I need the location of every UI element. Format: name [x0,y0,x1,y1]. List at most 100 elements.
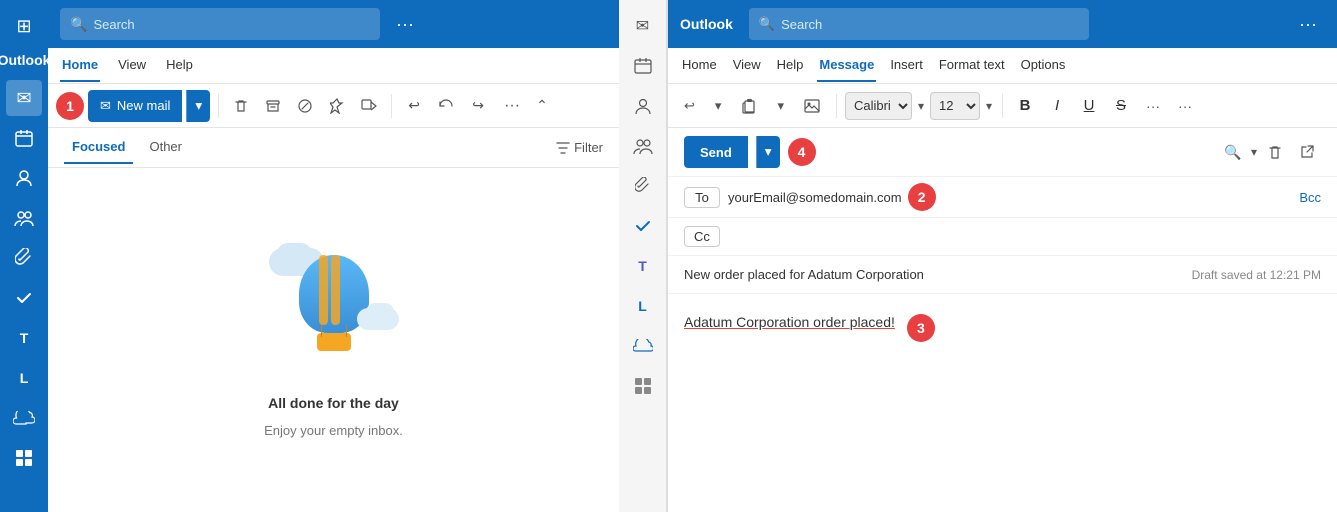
insert-image-btn[interactable] [796,92,828,120]
mid-mail-icon[interactable]: ✉ [625,8,661,44]
cc-input[interactable] [728,229,1321,244]
send-row-icons: 🔍 ▾ [1219,138,1321,166]
left-nav-menu: Home View Help [48,48,619,84]
inbox-done-title: All done for the day [268,395,399,411]
right-sep-2 [1002,94,1003,118]
right-top-bar: Outlook 🔍 ··· [668,0,1337,48]
step3-badge: 3 [907,314,935,342]
clipboard-btn[interactable] [733,92,765,120]
email-body-text[interactable]: Adatum Corporation order placed! [684,314,895,330]
toolbar-chevron-button[interactable]: ⌃ [532,93,552,118]
right-nav-insert[interactable]: Insert [888,49,925,82]
right-more-button[interactable]: ··· [1291,10,1325,39]
mid-people-icon[interactable] [625,88,661,124]
mid-onedrive-icon[interactable] [625,328,661,364]
left-search-input[interactable] [93,17,370,32]
right-search-box[interactable]: 🔍 [749,8,1089,40]
italic-button[interactable]: I [1043,92,1071,120]
redo-button[interactable]: ↪ [464,92,492,120]
inbox-done-subtitle: Enjoy your empty inbox. [264,423,403,438]
tasks-check-icon[interactable] [6,280,42,316]
archive-button[interactable] [259,92,287,120]
onedrive-icon[interactable] [6,400,42,436]
undo-button[interactable]: ↩ [400,92,428,120]
cc-label: Cc [684,226,720,247]
delete-compose-icon[interactable] [1261,138,1289,166]
mid-more-icon[interactable] [625,368,661,404]
font-family-select[interactable]: Calibri [845,92,912,120]
right-nav-help[interactable]: Help [775,49,806,82]
todo-icon[interactable]: L [6,360,42,396]
left-more-button[interactable]: ··· [388,10,422,39]
new-mail-button[interactable]: ✉ New mail [88,90,182,122]
zoom-icon[interactable]: 🔍 [1219,138,1247,166]
inbox-tabs: Focused Other Filter [48,128,619,168]
more-options-button[interactable]: ··· [1171,92,1199,120]
underline-button[interactable]: U [1075,92,1103,120]
mid-teams-icon[interactable]: T [625,248,661,284]
calendar-icon[interactable] [6,120,42,156]
mid-todo-icon[interactable]: L [625,288,661,324]
spam-button[interactable] [291,92,319,120]
font-dropdown-icon: ▾ [918,99,924,113]
more-format-button[interactable]: ··· [1139,92,1167,120]
other-tab[interactable]: Other [141,131,190,164]
subject-row: Draft saved at 12:21 PM [668,256,1337,294]
font-size-select[interactable]: 12 [930,92,980,120]
undo-dropdown-btn[interactable]: ▾ [707,92,730,120]
delete-button[interactable] [227,92,255,120]
main-left-area: 🔍 ··· Home View Help 1 ✉ New mail ▾ [48,0,619,512]
mid-groups-icon[interactable] [625,128,661,164]
right-nav-home[interactable]: Home [680,49,719,82]
left-nav-home[interactable]: Home [60,49,100,82]
subject-input[interactable] [684,267,1192,282]
strikethrough-button[interactable]: S [1107,92,1135,120]
teams-icon[interactable]: T [6,320,42,356]
undo-btn[interactable]: ↩ [676,92,703,120]
send-dropdown-button[interactable]: ▾ [756,136,780,168]
mid-tasks-icon[interactable] [625,208,661,244]
mail-icon[interactable]: ✉ [6,80,42,116]
bold-button[interactable]: B [1011,92,1039,120]
step2-badge: 2 [908,183,936,211]
send-button[interactable]: Send [684,136,748,168]
mid-attachment-icon[interactable] [625,168,661,204]
to-row: To yourEmail@somedomain.com 2 Bcc [668,177,1337,218]
right-nav-options[interactable]: Options [1019,49,1068,82]
attachment-icon[interactable] [6,240,42,276]
new-mail-dropdown-button[interactable]: ▾ [186,90,210,122]
left-nav-help[interactable]: Help [164,49,195,82]
to-label: To [684,187,720,208]
undo2-button[interactable] [432,92,460,120]
bcc-link[interactable]: Bcc [1299,190,1321,205]
pop-out-icon[interactable] [1293,138,1321,166]
cloud-left-top [277,243,312,265]
focused-tab[interactable]: Focused [64,131,133,164]
right-nav-format[interactable]: Format text [937,49,1007,82]
left-nav-view[interactable]: View [116,49,148,82]
right-panel: Outlook 🔍 ··· Home View Help Message Ins… [668,0,1337,512]
more-apps-icon[interactable] [6,440,42,476]
right-sep-1 [836,94,837,118]
step3-area: Adatum Corporation order placed! 3 [684,314,1321,342]
draft-saved-label: Draft saved at 12:21 PM [1192,268,1321,282]
mid-calendar-icon[interactable] [625,48,661,84]
right-nav-menu: Home View Help Message Insert Format tex… [668,48,1337,84]
filter-button[interactable]: Filter [556,140,603,155]
left-app-name: Outlook [0,52,50,68]
clipboard-dropdown-btn[interactable]: ▾ [769,92,792,120]
right-search-input[interactable] [781,17,1079,32]
right-nav-message[interactable]: Message [817,49,876,82]
app-grid-icon[interactable]: ⊞ [6,8,42,44]
contacts-icon[interactable] [6,160,42,196]
cc-row: Cc [668,218,1337,256]
zoom-dropdown[interactable]: ▾ [1251,145,1257,159]
pin-button[interactable] [323,92,351,120]
left-search-box[interactable]: 🔍 [60,8,380,40]
right-nav-view[interactable]: View [731,49,763,82]
body-row: Adatum Corporation order placed! 3 [668,294,1337,512]
tag-button[interactable] [355,92,383,120]
groups-icon[interactable] [6,200,42,236]
balloon-stripe-1 [319,255,328,325]
toolbar-more-button[interactable]: ··· [496,93,528,119]
